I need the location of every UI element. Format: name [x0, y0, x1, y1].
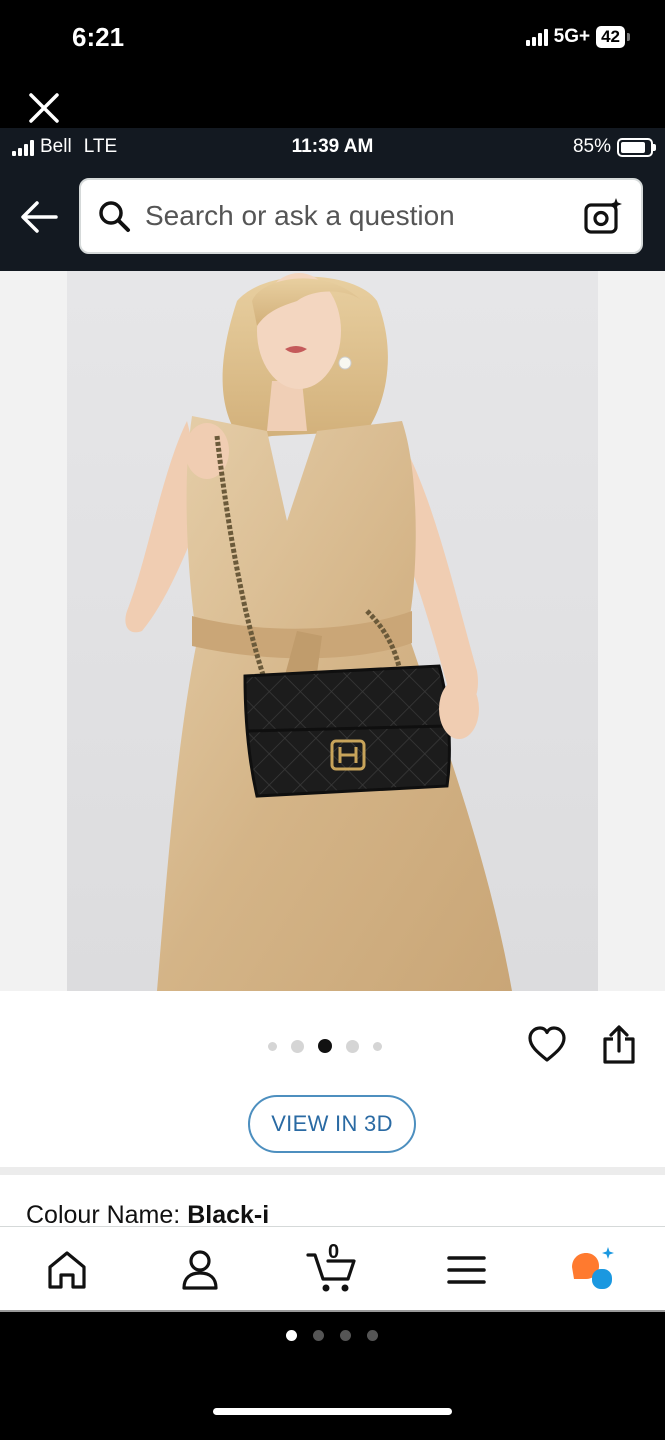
back-arrow-icon[interactable] [20, 200, 58, 234]
colour-value: Black-i [187, 1201, 270, 1229]
home-indicator[interactable] [213, 1408, 452, 1415]
signal-icon [525, 28, 548, 46]
model-with-handbag-illustration [125, 273, 512, 991]
image-dot[interactable] [268, 1041, 277, 1051]
bottom-navigation: 0 [0, 1226, 665, 1312]
battery-icon [617, 137, 656, 157]
close-bar [0, 80, 665, 128]
image-pagination-dots [268, 1039, 382, 1053]
search-icon [99, 201, 130, 232]
app-status-bar: Bell LTE 11:39 AM 85% [0, 128, 665, 166]
page-dot-active [286, 1330, 297, 1341]
app-battery: 85% [572, 136, 656, 158]
page-dot [367, 1330, 378, 1341]
menu-icon[interactable] [442, 1245, 492, 1295]
view-in-3d-button[interactable]: VIEW IN 3D [248, 1095, 416, 1153]
home-icon[interactable] [42, 1245, 92, 1295]
camera-search-icon[interactable] [583, 196, 623, 236]
image-dot[interactable] [346, 1039, 359, 1053]
device-time: 6:21 [72, 22, 125, 52]
page-dot [313, 1330, 324, 1341]
cart-button[interactable]: 0 [306, 1241, 362, 1295]
screen-page-dots [286, 1330, 378, 1341]
device-status-right: 5G+ 42 [525, 26, 630, 48]
product-controls: VIEW IN 3D Colour Name: Black-i [0, 991, 665, 1233]
device-bottom-area [0, 1312, 665, 1440]
rufus-assistant-icon[interactable] [568, 1245, 618, 1295]
share-icon[interactable] [600, 1025, 638, 1065]
battery-percent: 85% [572, 136, 611, 157]
heart-icon[interactable] [527, 1025, 567, 1065]
network-type: 5G+ [553, 26, 591, 47]
search-bar[interactable] [79, 178, 643, 254]
colour-label: Colour Name: [26, 1201, 181, 1229]
close-icon[interactable] [28, 92, 60, 124]
device-status-bar: 6:21 5G+ 42 [0, 0, 665, 80]
search-input[interactable] [145, 200, 583, 232]
image-dot-active[interactable] [318, 1039, 332, 1053]
cart-count: 0 [328, 1241, 340, 1263]
app-time: 11:39 AM [291, 136, 374, 157]
account-icon[interactable] [175, 1245, 225, 1295]
page-dot [340, 1330, 351, 1341]
product-photo[interactable] [67, 271, 598, 991]
product-image-carousel[interactable] [0, 271, 665, 991]
battery-level: 42 [596, 26, 630, 48]
image-dot[interactable] [373, 1041, 382, 1051]
section-divider [0, 1167, 665, 1175]
image-dot[interactable] [291, 1039, 304, 1053]
app-header: Bell LTE 11:39 AM 85% [0, 128, 665, 271]
